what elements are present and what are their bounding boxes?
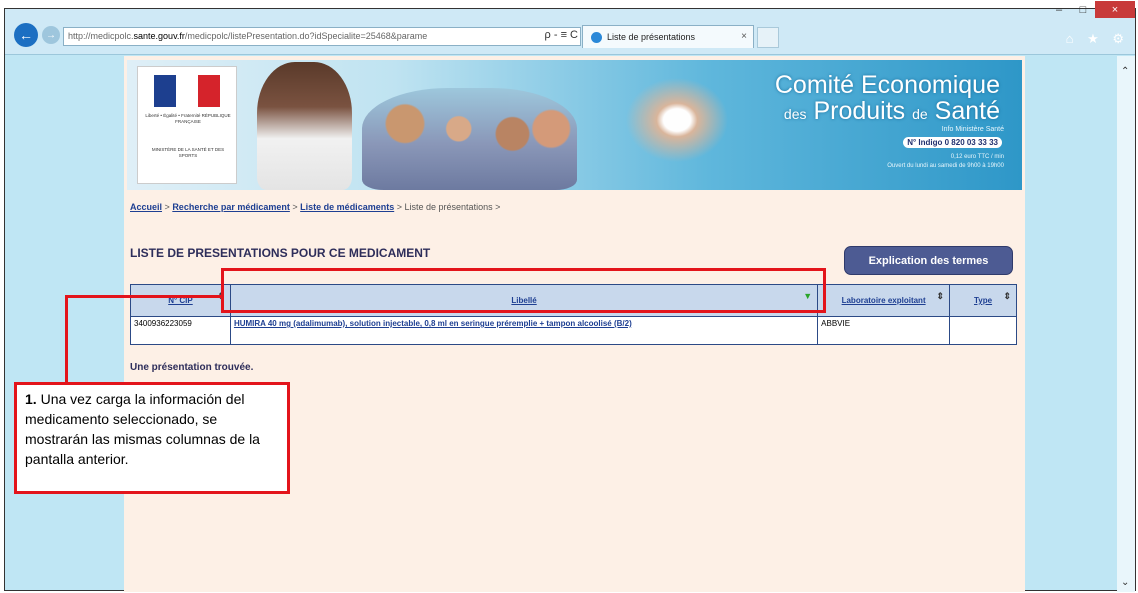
crowd-photo — [362, 88, 577, 190]
title-produits: Produits — [813, 97, 906, 125]
tarif-horaires: 0,12 euro TTC / min Ouvert du lundi au s… — [844, 153, 1004, 171]
address-bar[interactable]: http://medicpolc.sante.gouv.fr/medicpolc… — [63, 27, 581, 46]
header-type-label: Type — [973, 296, 993, 305]
annotation-callout: 1. Una vez carga la información del medi… — [14, 382, 290, 494]
home-favorites-settings-icons[interactable]: ⌂ ★ ⚙ — [1066, 31, 1129, 47]
column-header-laboratoire[interactable]: Laboratoire exploitant ⇕ — [817, 284, 951, 317]
browser-chrome: ← → http://medicpolc.sante.gouv.fr/medic… — [5, 1, 1135, 55]
address-prefix: http://medicpolc. — [68, 31, 134, 41]
back-arrow-icon[interactable]: ← — [14, 23, 38, 47]
window-controls: – □ × — [1047, 1, 1135, 18]
cell-type — [949, 316, 1017, 345]
breadcrumb-separator: > — [396, 202, 402, 212]
new-tab-button[interactable] — [757, 27, 779, 48]
breadcrumb-liste-medicaments[interactable]: Liste de médicaments — [300, 202, 394, 212]
browser-window: ← → http://medicpolc.sante.gouv.fr/medic… — [4, 1, 1136, 592]
ceps-banner: Liberté • Égalité • Fraternité RÉPUBLIQU… — [127, 60, 1022, 190]
title-sante: Santé — [934, 97, 1000, 125]
indigo-number: N° Indigo 0 820 03 33 33 — [903, 137, 1002, 148]
info-ministere-text: Info Ministère Santé — [941, 126, 1004, 133]
close-window-button[interactable]: × — [1095, 1, 1135, 18]
header-laboratoire-label: Laboratoire exploitant — [841, 296, 926, 305]
address-domain: sante.gouv.fr — [133, 31, 185, 41]
annotation-connector-horizontal — [65, 295, 223, 298]
cell-libelle-link[interactable]: HUMIRA 40 mg (adalimumab), solution inje… — [229, 316, 819, 345]
title-des: des — [783, 106, 807, 122]
annotation-number: 1. — [25, 391, 37, 407]
column-header-type[interactable]: Type ⇕ — [949, 284, 1017, 317]
libelle-highlight-box — [221, 268, 826, 313]
french-flag-icon — [154, 75, 220, 107]
tab-title: Liste de présentations — [607, 32, 696, 42]
forward-arrow-icon[interactable]: → — [42, 26, 60, 44]
horaires-text: Ouvert du lundi au samedi de 9h00 à 19h0… — [887, 163, 1004, 169]
republique-francaise-logo: Liberté • Égalité • Fraternité RÉPUBLIQU… — [137, 66, 237, 184]
scroll-up-icon[interactable]: ⌃ — [1121, 66, 1129, 77]
explication-termes-button[interactable]: Explication des termes — [844, 246, 1013, 275]
ceps-title-line2: des Produits de Santé — [775, 98, 1000, 127]
minimize-button[interactable]: – — [1047, 1, 1071, 18]
sort-icon[interactable]: ⇕ — [1003, 291, 1011, 302]
results-count-text: Une présentation trouvée. — [130, 362, 254, 373]
tab-close-icon[interactable]: × — [741, 31, 747, 42]
breadcrumb-separator: > — [164, 202, 170, 212]
maximize-button[interactable]: □ — [1071, 1, 1095, 18]
breadcrumb-current: Liste de présentations — [404, 202, 493, 212]
column-header-cip[interactable]: N° CIP⇕ — [130, 284, 231, 317]
ie-favicon-icon — [591, 32, 602, 43]
breadcrumb-recherche[interactable]: Recherche par médicament — [172, 202, 290, 212]
cell-cip: 3400936223059 — [130, 316, 231, 345]
sort-icon[interactable]: ⇕ — [937, 291, 945, 302]
page-title: LISTE DE PRESENTATIONS POUR CE MEDICAMEN… — [130, 246, 431, 260]
address-search-refresh-icons[interactable]: ρ - ≡ C — [540, 29, 578, 41]
cell-laboratoire: ABBVIE — [817, 316, 951, 345]
vertical-scrollbar[interactable]: ⌃ ⌄ — [1117, 56, 1135, 592]
breadcrumb-separator: > — [495, 202, 501, 212]
annotation-connector-vertical — [65, 295, 68, 385]
breadcrumb-accueil[interactable]: Accueil — [130, 202, 162, 212]
table-row: 3400936223059 HUMIRA 40 mg (adalimumab),… — [130, 316, 1017, 345]
ministry-text: MINISTÈRE DE LA SANTÉ ET DES SPORTS — [151, 147, 225, 158]
breadcrumb-separator: > — [292, 202, 298, 212]
annotation-text: Una vez carga la información del medicam… — [25, 391, 260, 467]
tarif-text: 0,12 euro TTC / min — [950, 154, 1004, 160]
rf-logo-text: Liberté • Égalité • Fraternité RÉPUBLIQU… — [145, 113, 231, 124]
title-de: de — [912, 106, 928, 122]
ceps-title: Comité Economique des Produits de Santé — [775, 72, 1000, 127]
page-content: Liberté • Égalité • Fraternité RÉPUBLIQU… — [124, 56, 1025, 592]
breadcrumb: Accueil > Recherche par médicament > Lis… — [130, 202, 500, 212]
doctor-photo — [257, 62, 352, 190]
tab-liste-presentations[interactable]: Liste de présentations × — [582, 25, 754, 48]
scroll-down-icon[interactable]: ⌄ — [1121, 577, 1129, 588]
athlete-photo — [597, 66, 757, 186]
ceps-title-line1: Comité Economique — [774, 71, 1000, 99]
address-path: /medicpolc/listePresentation.do?idSpecia… — [184, 31, 428, 41]
